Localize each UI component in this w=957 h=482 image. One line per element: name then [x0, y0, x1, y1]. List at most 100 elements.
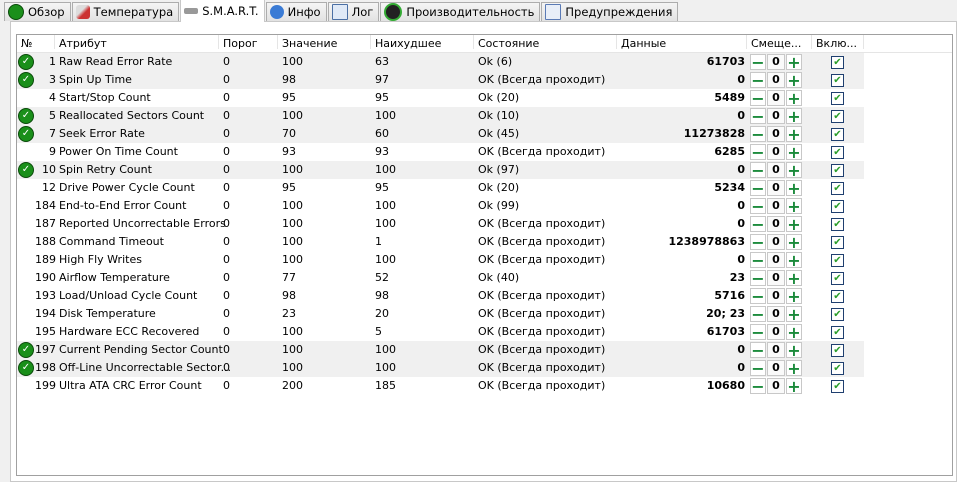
offset-value[interactable]: 0	[767, 342, 785, 358]
enabled-checkbox[interactable]: ✔	[831, 200, 844, 213]
offset-plus-button[interactable]: +	[786, 378, 802, 395]
tab-5[interactable]: Производительность	[380, 2, 541, 21]
enabled-checkbox[interactable]: ✔	[831, 362, 844, 375]
table-row[interactable]: 199 Ultra ATA CRC Error Count 0 200 185 OK (В…	[17, 377, 864, 395]
tab-3[interactable]: Инфо	[265, 2, 327, 21]
offset-value[interactable]: 0	[767, 234, 785, 250]
offset-value[interactable]: 0	[767, 252, 785, 268]
enabled-checkbox[interactable]: ✔	[831, 380, 844, 393]
offset-value[interactable]: 0	[767, 198, 785, 214]
offset-value[interactable]: 0	[767, 288, 785, 304]
offset-value[interactable]: 0	[767, 180, 785, 196]
offset-plus-button[interactable]: +	[786, 180, 802, 197]
offset-minus-button[interactable]: −	[750, 180, 766, 197]
table-row[interactable]: 193 Load/Unload Cycle Count 0 98 98 OK (Всегд…	[17, 287, 864, 305]
offset-minus-button[interactable]: −	[750, 126, 766, 143]
enabled-checkbox[interactable]: ✔	[831, 128, 844, 141]
offset-plus-button[interactable]: +	[786, 90, 802, 107]
table-row[interactable]: ✓ 10 Spin Retry Count 0 100 100 Ok (97) 0−0 + ✔	[17, 161, 864, 179]
offset-plus-button[interactable]: +	[786, 198, 802, 215]
offset-minus-button[interactable]: −	[750, 216, 766, 233]
tab-0[interactable]: Обзор	[4, 2, 71, 21]
table-row[interactable]: ✓ 1 Raw Read Error Rate 0 100 63 Ok (6) 61703−0…	[17, 53, 864, 71]
table-row[interactable]: ✓ 7 Seek Error Rate 0 70 60 Ok (45) 11273828−0 +…	[17, 125, 864, 143]
offset-plus-button[interactable]: +	[786, 252, 802, 269]
column-header[interactable]: №	[17, 35, 55, 50]
enabled-checkbox[interactable]: ✔	[831, 146, 844, 159]
offset-value[interactable]: 0	[767, 108, 785, 124]
offset-value[interactable]: 0	[767, 144, 785, 160]
offset-value[interactable]: 0	[767, 126, 785, 142]
offset-minus-button[interactable]: −	[750, 324, 766, 341]
enabled-checkbox[interactable]: ✔	[831, 254, 844, 267]
enabled-checkbox[interactable]: ✔	[831, 182, 844, 195]
offset-plus-button[interactable]: +	[786, 324, 802, 341]
table-row[interactable]: ✓ 198 Off-Line Uncorrectable Sector... 0 100…	[17, 359, 864, 377]
table-row[interactable]: 184 End-to-End Error Count 0 100 100 Ok (99) 0…	[17, 197, 864, 215]
tab-2[interactable]: S.M.A.R.T.	[180, 0, 265, 22]
offset-plus-button[interactable]: +	[786, 162, 802, 179]
offset-minus-button[interactable]: −	[750, 198, 766, 215]
tab-6[interactable]: Предупреждения	[541, 2, 679, 21]
offset-value[interactable]: 0	[767, 162, 785, 178]
table-row[interactable]: 9 Power On Time Count 0 93 93 OK (Всегда прох…	[17, 143, 864, 161]
offset-value[interactable]: 0	[767, 216, 785, 232]
offset-value[interactable]: 0	[767, 378, 785, 394]
offset-minus-button[interactable]: −	[750, 270, 766, 287]
offset-value[interactable]: 0	[767, 324, 785, 340]
enabled-checkbox[interactable]: ✔	[831, 164, 844, 177]
column-header[interactable]: Вклю...	[812, 35, 864, 50]
table-row[interactable]: ✓ 3 Spin Up Time 0 98 97 OK (Всегда проходит) 0…	[17, 71, 864, 89]
table-row[interactable]: 189 High Fly Writes 0 100 100 OK (Всегда прох…	[17, 251, 864, 269]
offset-plus-button[interactable]: +	[786, 126, 802, 143]
table-row[interactable]: 12 Drive Power Cycle Count 0 95 95 Ok (20) 523…	[17, 179, 864, 197]
offset-minus-button[interactable]: −	[750, 306, 766, 323]
offset-value[interactable]: 0	[767, 306, 785, 322]
table-row[interactable]: 195 Hardware ECC Recovered 0 100 5 OK (Всегда…	[17, 323, 864, 341]
offset-minus-button[interactable]: −	[750, 72, 766, 89]
enabled-checkbox[interactable]: ✔	[831, 290, 844, 303]
offset-minus-button[interactable]: −	[750, 144, 766, 161]
column-header[interactable]: Наихудшее	[371, 35, 474, 50]
offset-minus-button[interactable]: −	[750, 252, 766, 269]
offset-plus-button[interactable]: +	[786, 144, 802, 161]
enabled-checkbox[interactable]: ✔	[831, 110, 844, 123]
table-row[interactable]: 194 Disk Temperature 0 23 20 OK (Всегда прохо…	[17, 305, 864, 323]
column-header[interactable]: Смеще...	[747, 35, 812, 50]
offset-value[interactable]: 0	[767, 54, 785, 70]
offset-minus-button[interactable]: −	[750, 54, 766, 71]
enabled-checkbox[interactable]: ✔	[831, 92, 844, 105]
offset-plus-button[interactable]: +	[786, 234, 802, 251]
offset-value[interactable]: 0	[767, 360, 785, 376]
offset-plus-button[interactable]: +	[786, 108, 802, 125]
offset-minus-button[interactable]: −	[750, 360, 766, 377]
offset-minus-button[interactable]: −	[750, 90, 766, 107]
offset-plus-button[interactable]: +	[786, 54, 802, 71]
table-row[interactable]: 4 Start/Stop Count 0 95 95 Ok (20) 5489−0 + ✔	[17, 89, 864, 107]
offset-plus-button[interactable]: +	[786, 360, 802, 377]
table-row[interactable]: 187 Reported Uncorrectable Errors 0 100 100 O…	[17, 215, 864, 233]
offset-minus-button[interactable]: −	[750, 288, 766, 305]
offset-minus-button[interactable]: −	[750, 162, 766, 179]
column-header[interactable]: Значение	[278, 35, 371, 50]
offset-plus-button[interactable]: +	[786, 72, 802, 89]
column-header[interactable]: Данные	[617, 35, 747, 50]
offset-plus-button[interactable]: +	[786, 306, 802, 323]
tab-4[interactable]: Лог	[327, 2, 380, 21]
column-header[interactable]: Порог	[219, 35, 278, 50]
enabled-checkbox[interactable]: ✔	[831, 236, 844, 249]
offset-plus-button[interactable]: +	[786, 342, 802, 359]
offset-value[interactable]: 0	[767, 90, 785, 106]
offset-minus-button[interactable]: −	[750, 234, 766, 251]
offset-minus-button[interactable]: −	[750, 342, 766, 359]
enabled-checkbox[interactable]: ✔	[831, 344, 844, 357]
column-header[interactable]: Атрибут	[55, 35, 219, 50]
offset-plus-button[interactable]: +	[786, 216, 802, 233]
table-row[interactable]: 188 Command Timeout 0 100 1 OK (Всегда проход…	[17, 233, 864, 251]
enabled-checkbox[interactable]: ✔	[831, 308, 844, 321]
offset-value[interactable]: 0	[767, 72, 785, 88]
tab-1[interactable]: Температура	[71, 2, 180, 21]
enabled-checkbox[interactable]: ✔	[831, 218, 844, 231]
enabled-checkbox[interactable]: ✔	[831, 326, 844, 339]
column-header[interactable]: Состояние	[474, 35, 617, 50]
